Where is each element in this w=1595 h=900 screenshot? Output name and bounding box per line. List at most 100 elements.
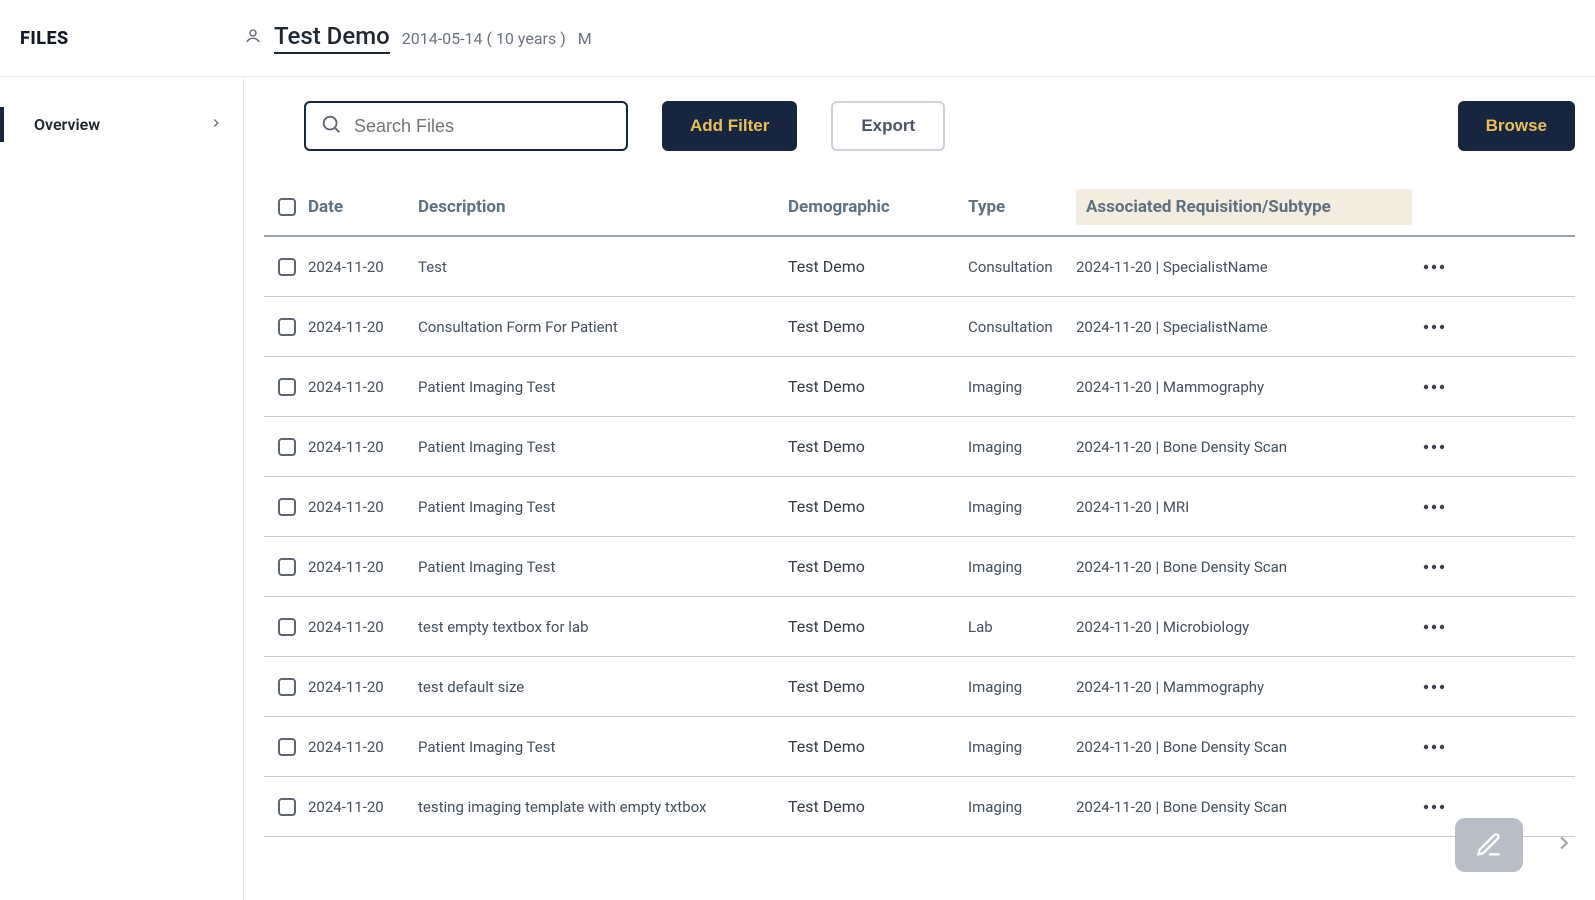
row-actions-button[interactable] bbox=[1412, 618, 1456, 636]
row-actions-button[interactable] bbox=[1412, 438, 1456, 456]
table-row: 2024-11-20testing imaging template with … bbox=[264, 777, 1575, 837]
search-icon bbox=[320, 113, 342, 139]
cell-associated: 2024-11-20 | Bone Density Scan bbox=[1076, 798, 1412, 816]
cell-demographic: Test Demo bbox=[788, 257, 968, 276]
patient-name[interactable]: Test Demo bbox=[274, 22, 390, 54]
row-checkbox[interactable] bbox=[278, 318, 296, 336]
cell-associated: 2024-11-20 | Bone Density Scan bbox=[1076, 438, 1412, 456]
cell-date: 2024-11-20 bbox=[308, 618, 418, 636]
column-description[interactable]: Description bbox=[418, 197, 788, 217]
cell-demographic: Test Demo bbox=[788, 377, 968, 396]
cell-type: Lab bbox=[968, 618, 1076, 636]
row-actions-button[interactable] bbox=[1412, 678, 1456, 696]
table-row: 2024-11-20Consultation Form For PatientT… bbox=[264, 297, 1575, 357]
table-row: 2024-11-20Patient Imaging TestTest DemoI… bbox=[264, 357, 1575, 417]
patient-dob: 2014-05-14 ( 10 years ) bbox=[402, 29, 566, 48]
cell-associated: 2024-11-20 | Bone Density Scan bbox=[1076, 738, 1412, 756]
cell-date: 2024-11-20 bbox=[308, 798, 418, 816]
cell-date: 2024-11-20 bbox=[308, 738, 418, 756]
cell-description: Patient Imaging Test bbox=[418, 438, 788, 456]
cell-description: Patient Imaging Test bbox=[418, 378, 788, 396]
cell-demographic: Test Demo bbox=[788, 497, 968, 516]
column-demographic[interactable]: Demographic bbox=[788, 197, 968, 217]
cell-demographic: Test Demo bbox=[788, 737, 968, 756]
cell-date: 2024-11-20 bbox=[308, 438, 418, 456]
cell-demographic: Test Demo bbox=[788, 797, 968, 816]
cell-type: Consultation bbox=[968, 318, 1076, 336]
row-checkbox[interactable] bbox=[278, 558, 296, 576]
sidebar-item-label: Overview bbox=[34, 115, 100, 134]
cell-date: 2024-11-20 bbox=[308, 558, 418, 576]
row-actions-button[interactable] bbox=[1412, 798, 1456, 816]
sidebar-item-overview[interactable]: Overview bbox=[0, 107, 243, 142]
row-actions-button[interactable] bbox=[1412, 558, 1456, 576]
row-actions-button[interactable] bbox=[1412, 318, 1456, 336]
cell-associated: 2024-11-20 | Mammography bbox=[1076, 378, 1412, 396]
cell-description: test empty textbox for lab bbox=[418, 618, 788, 636]
brand-title: FILES bbox=[20, 28, 244, 49]
cell-date: 2024-11-20 bbox=[308, 678, 418, 696]
export-button[interactable]: Export bbox=[831, 101, 945, 151]
chevron-right-icon bbox=[209, 115, 223, 134]
cell-description: Patient Imaging Test bbox=[418, 498, 788, 516]
chevron-right-panel-icon[interactable] bbox=[1553, 832, 1575, 858]
cell-associated: 2024-11-20 | MRI bbox=[1076, 498, 1412, 516]
cell-date: 2024-11-20 bbox=[308, 378, 418, 396]
add-filter-button[interactable]: Add Filter bbox=[662, 101, 797, 151]
select-all-checkbox[interactable] bbox=[278, 198, 296, 216]
table-row: 2024-11-20Patient Imaging TestTest DemoI… bbox=[264, 537, 1575, 597]
cell-associated: 2024-11-20 | SpecialistName bbox=[1076, 258, 1412, 276]
table-row: 2024-11-20Patient Imaging TestTest DemoI… bbox=[264, 717, 1575, 777]
column-date[interactable]: Date bbox=[308, 197, 418, 217]
row-actions-button[interactable] bbox=[1412, 258, 1456, 276]
table-row: 2024-11-20test default sizeTest DemoImag… bbox=[264, 657, 1575, 717]
cell-type: Imaging bbox=[968, 738, 1076, 756]
row-checkbox[interactable] bbox=[278, 738, 296, 756]
row-actions-button[interactable] bbox=[1412, 738, 1456, 756]
row-actions-button[interactable] bbox=[1412, 498, 1456, 516]
row-checkbox[interactable] bbox=[278, 438, 296, 456]
search-input[interactable] bbox=[352, 115, 612, 138]
cell-description: Patient Imaging Test bbox=[418, 738, 788, 756]
cell-associated: 2024-11-20 | Mammography bbox=[1076, 678, 1412, 696]
cell-associated: 2024-11-20 | SpecialistName bbox=[1076, 318, 1412, 336]
table-row: 2024-11-20TestTest DemoConsultation2024-… bbox=[264, 237, 1575, 297]
cell-demographic: Test Demo bbox=[788, 557, 968, 576]
row-checkbox[interactable] bbox=[278, 258, 296, 276]
row-checkbox[interactable] bbox=[278, 618, 296, 636]
search-input-wrapper[interactable] bbox=[304, 101, 628, 151]
row-actions-button[interactable] bbox=[1412, 378, 1456, 396]
cell-type: Imaging bbox=[968, 678, 1076, 696]
column-type[interactable]: Type bbox=[968, 197, 1076, 217]
row-checkbox[interactable] bbox=[278, 498, 296, 516]
cell-type: Imaging bbox=[968, 798, 1076, 816]
browse-button[interactable]: Browse bbox=[1458, 101, 1575, 151]
cell-date: 2024-11-20 bbox=[308, 498, 418, 516]
patient-sex: M bbox=[578, 29, 592, 48]
cell-description: Patient Imaging Test bbox=[418, 558, 788, 576]
cell-type: Imaging bbox=[968, 438, 1076, 456]
cell-type: Imaging bbox=[968, 498, 1076, 516]
row-checkbox[interactable] bbox=[278, 798, 296, 816]
column-associated[interactable]: Associated Requisition/Subtype bbox=[1076, 189, 1412, 225]
row-checkbox[interactable] bbox=[278, 378, 296, 396]
cell-description: Consultation Form For Patient bbox=[418, 318, 788, 336]
cell-date: 2024-11-20 bbox=[308, 258, 418, 276]
table-row: 2024-11-20Patient Imaging TestTest DemoI… bbox=[264, 417, 1575, 477]
cell-type: Imaging bbox=[968, 378, 1076, 396]
cell-associated: 2024-11-20 | Microbiology bbox=[1076, 618, 1412, 636]
row-checkbox[interactable] bbox=[278, 678, 296, 696]
cell-type: Consultation bbox=[968, 258, 1076, 276]
compose-fab[interactable] bbox=[1455, 818, 1523, 872]
person-icon bbox=[244, 27, 262, 49]
cell-type: Imaging bbox=[968, 558, 1076, 576]
cell-demographic: Test Demo bbox=[788, 317, 968, 336]
cell-description: Test bbox=[418, 258, 788, 276]
cell-description: test default size bbox=[418, 678, 788, 696]
cell-date: 2024-11-20 bbox=[308, 318, 418, 336]
table-row: 2024-11-20Patient Imaging TestTest DemoI… bbox=[264, 477, 1575, 537]
cell-demographic: Test Demo bbox=[788, 677, 968, 696]
cell-demographic: Test Demo bbox=[788, 437, 968, 456]
table-row: 2024-11-20test empty textbox for labTest… bbox=[264, 597, 1575, 657]
cell-description: testing imaging template with empty txtb… bbox=[418, 798, 788, 816]
